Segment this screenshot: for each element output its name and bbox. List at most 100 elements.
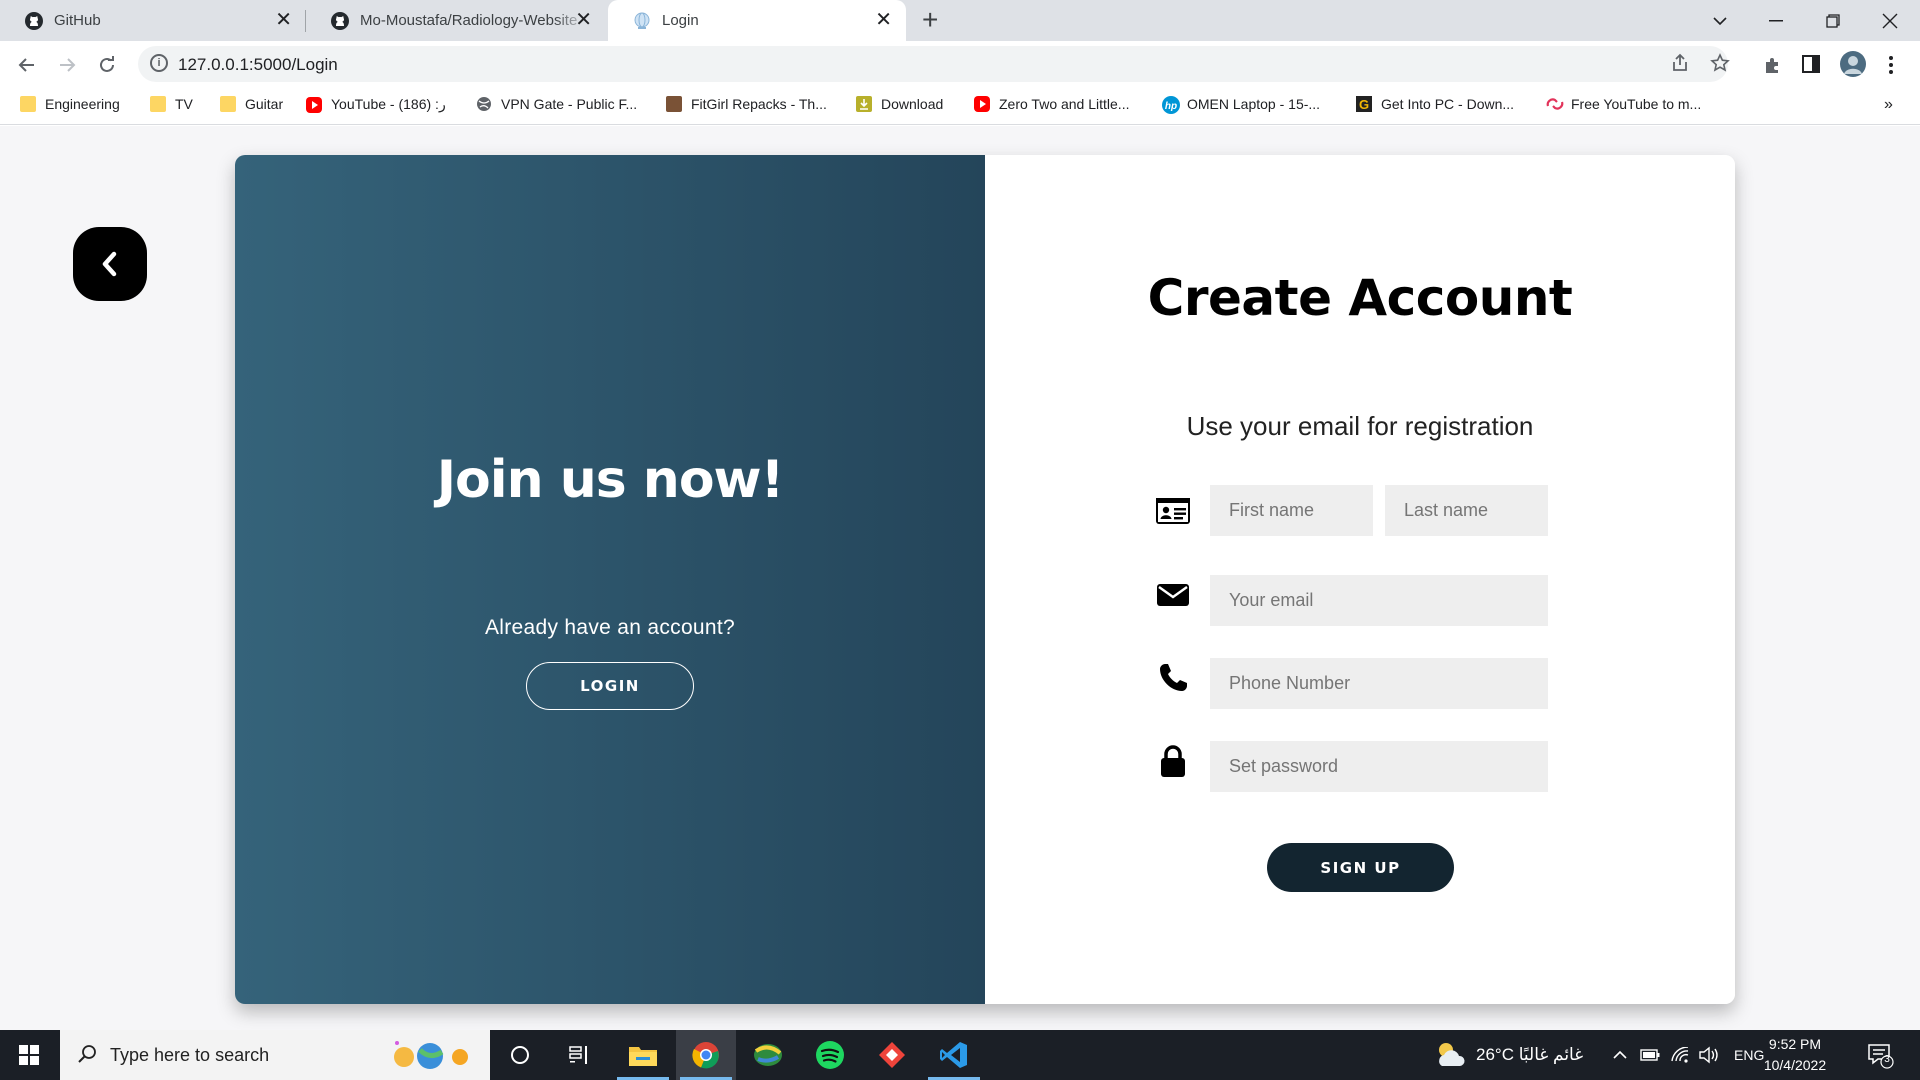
tab-strip: GitHub ✕ Mo-Moustafa/Radiology-Website ✕… <box>0 0 1920 41</box>
bookmark-label: FitGirl Repacks - Th... <box>691 96 827 112</box>
bookmark-youtube[interactable]: YouTube - ر: (186) <box>306 96 446 113</box>
back-arrow-icon[interactable] <box>12 50 42 80</box>
bookmark-star-icon[interactable] <box>1710 53 1730 79</box>
bookmark-guitar[interactable]: Guitar <box>220 96 283 112</box>
tab-title: GitHub <box>54 12 101 29</box>
search-icon <box>76 1043 98 1070</box>
bookmarks-bar: Engineering TV Guitar YouTube - ر: (186)… <box>0 88 1920 125</box>
bookmark-tv[interactable]: TV <box>150 96 193 112</box>
weather-text: 26°C غائم غالبًا <box>1476 1045 1584 1064</box>
more-bookmarks-button[interactable]: » <box>1884 96 1893 114</box>
auth-card: Join us now! Already have an account? LO… <box>235 155 1735 1004</box>
task-view-icon[interactable] <box>550 1030 610 1080</box>
password-field[interactable] <box>1210 741 1548 792</box>
close-window-button[interactable] <box>1862 0 1918 41</box>
info-icon[interactable]: i <box>150 54 168 72</box>
anydesk-icon[interactable] <box>862 1030 922 1080</box>
join-panel: Join us now! Already have an account? LO… <box>235 155 985 1004</box>
hp-icon: hp <box>1162 96 1180 114</box>
url-text[interactable]: 127.0.0.1:5000/Login <box>178 55 338 75</box>
bookmark-label: VPN Gate - Public F... <box>501 96 638 112</box>
sign-up-button[interactable]: SIGN UP <box>1267 843 1454 892</box>
side-panel-icon[interactable] <box>1802 55 1820 79</box>
tab-github[interactable]: GitHub ✕ <box>0 0 306 41</box>
first-name-field[interactable] <box>1210 485 1373 536</box>
last-name-field[interactable] <box>1385 485 1548 536</box>
github-icon <box>330 11 350 31</box>
minimize-button[interactable] <box>1748 0 1804 41</box>
lock-icon <box>1153 741 1193 781</box>
vscode-icon[interactable] <box>924 1030 984 1080</box>
chevron-left-icon <box>102 251 117 277</box>
svg-text:G: G <box>1359 97 1369 112</box>
bookmark-vpn-gate[interactable]: VPN Gate - Public F... <box>476 96 637 112</box>
page-body: Join us now! Already have an account? LO… <box>0 126 1920 1030</box>
already-account-text: Already have an account? <box>484 616 736 639</box>
converter-icon <box>1546 96 1564 112</box>
phone-icon <box>1153 658 1193 698</box>
close-icon[interactable]: ✕ <box>275 10 292 30</box>
avatar[interactable] <box>1840 51 1866 83</box>
extensions-icon[interactable] <box>1762 55 1782 81</box>
chrome-icon[interactable] <box>676 1030 736 1080</box>
wifi-icon[interactable] <box>1670 1030 1690 1080</box>
registration-subtitle: Use your email for registration <box>1186 411 1534 441</box>
bookmark-label: YouTube - ر: (186) <box>331 96 446 112</box>
chevron-up-icon <box>1613 1050 1627 1059</box>
github-icon <box>24 11 44 31</box>
folder-icon <box>150 96 166 112</box>
notification-count: 3 <box>1884 1054 1890 1065</box>
phone-field[interactable] <box>1210 658 1548 709</box>
tab-search-icon[interactable] <box>1692 0 1748 41</box>
reload-icon[interactable] <box>92 50 122 80</box>
system-clock[interactable]: 9:52 PM 10/4/2022 <box>1752 1034 1838 1076</box>
tab-radiology-website[interactable]: Mo-Moustafa/Radiology-Website ✕ <box>306 0 606 41</box>
bookmark-label: Get Into PC - Down... <box>1381 96 1515 112</box>
bookmark-free-youtube[interactable]: Free YouTube to m... <box>1546 96 1701 112</box>
bookmark-get-into-pc[interactable]: G Get Into PC - Down... <box>1356 96 1514 112</box>
time-text: 9:52 PM <box>1768 1036 1822 1052</box>
bookmark-engineering[interactable]: Engineering <box>20 96 120 112</box>
create-account-title: Create Account <box>1147 269 1573 327</box>
show-hidden-icons[interactable] <box>1612 1030 1628 1080</box>
svg-text:hp: hp <box>1165 101 1177 112</box>
tab-login[interactable]: Login ✕ <box>608 0 906 41</box>
login-button[interactable]: LOGIN <box>526 662 694 710</box>
address-bar[interactable]: i 127.0.0.1:5000/Login <box>138 46 1730 82</box>
cortana-icon[interactable] <box>490 1030 550 1080</box>
new-tab-button[interactable]: + <box>922 6 938 34</box>
volume-icon[interactable] <box>1698 1030 1720 1080</box>
tab-title: Login <box>662 12 699 29</box>
email-field[interactable] <box>1210 575 1548 626</box>
spotify-icon[interactable] <box>800 1030 860 1080</box>
bookmark-label: TV <box>175 96 193 112</box>
download-icon <box>856 96 872 112</box>
restore-button[interactable] <box>1805 0 1861 41</box>
forward-arrow-icon[interactable] <box>52 50 82 80</box>
windows-start-button[interactable] <box>0 1030 58 1080</box>
close-icon[interactable]: ✕ <box>875 10 892 30</box>
back-button[interactable] <box>73 227 147 301</box>
envelope-icon <box>1153 575 1193 615</box>
taskbar-search-box[interactable]: Type here to search <box>60 1030 490 1080</box>
close-icon[interactable]: ✕ <box>575 10 592 30</box>
youtube-icon <box>306 96 322 113</box>
bookmark-zero-two[interactable]: Zero Two and Little... <box>974 96 1129 112</box>
bookmark-download[interactable]: Download <box>856 96 943 112</box>
cloudy-night-icon <box>1439 1043 1465 1066</box>
fitgirl-icon <box>666 96 682 112</box>
search-placeholder: Type here to search <box>110 1045 270 1065</box>
bookmark-fitgirl[interactable]: FitGirl Repacks - Th... <box>666 96 827 112</box>
file-explorer-icon[interactable] <box>613 1030 673 1080</box>
download-manager-icon[interactable] <box>738 1030 798 1080</box>
bookmark-label: Engineering <box>45 96 120 112</box>
share-icon[interactable] <box>1670 53 1690 79</box>
weather-widget[interactable]: 26°C غائم غالبًا <box>1434 1030 1583 1080</box>
menu-icon[interactable] <box>1888 55 1894 81</box>
battery-icon[interactable] <box>1640 1030 1660 1080</box>
notification-center[interactable]: 3 <box>1866 1030 1894 1080</box>
youtube-icon <box>974 96 990 112</box>
bookmark-omen-laptop[interactable]: hp OMEN Laptop - 15-... <box>1162 96 1320 114</box>
create-account-panel: Create Account Use your email for regist… <box>985 155 1735 1004</box>
windows-taskbar: Type here to search 26°C غائم غالبًا ENG… <box>0 1030 1920 1080</box>
